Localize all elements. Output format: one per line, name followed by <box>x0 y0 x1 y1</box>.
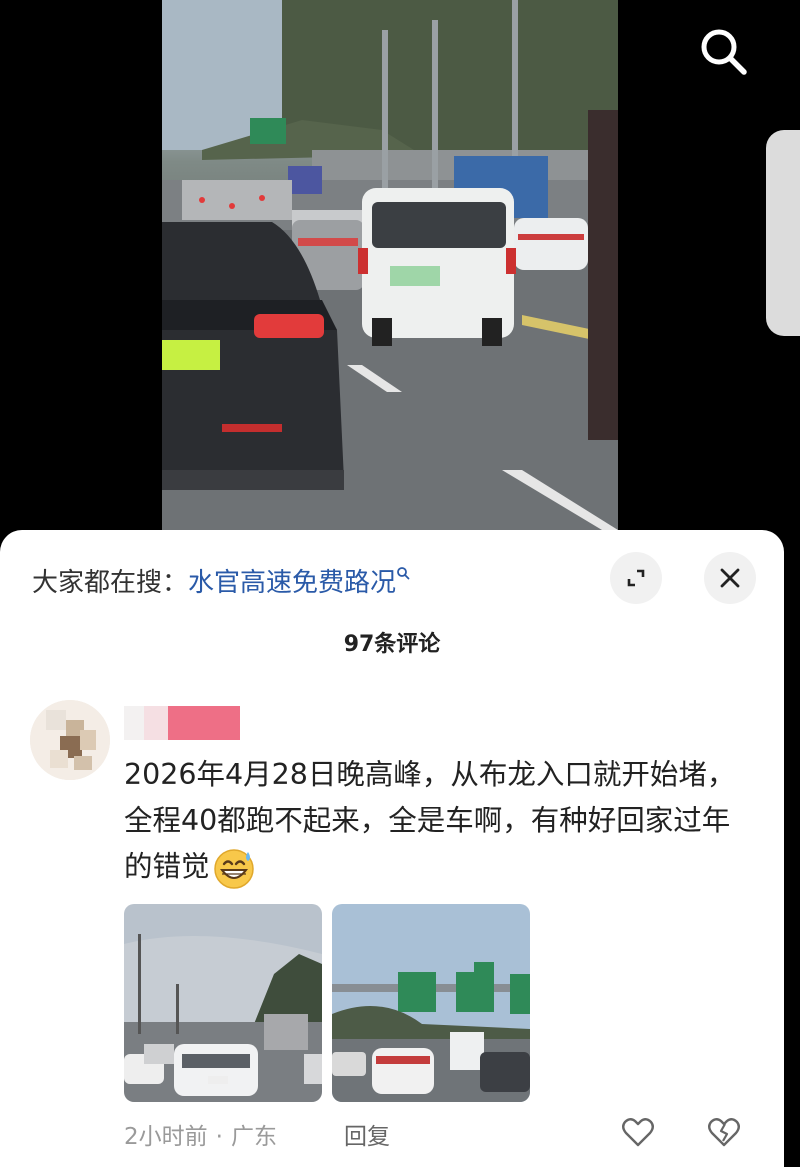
video-frame[interactable] <box>162 0 618 540</box>
search-icon <box>701 29 747 75</box>
comment-text: 2026年4月28日晚高峰，从布龙入口就开始堵，全程40都跑不起来，全是车啊，有… <box>124 752 754 890</box>
grinning-sweat-emoji-icon <box>213 849 254 889</box>
trending-search-hint[interactable]: 大家都在搜：水官高速免费路况 <box>32 562 410 599</box>
close-icon <box>720 568 740 588</box>
trending-search-keyword[interactable]: 水官高速免费路况 <box>188 568 396 598</box>
search-button[interactable] <box>696 24 750 78</box>
highway-scene-image <box>162 0 618 540</box>
comment-time: 2小时前 <box>124 1124 208 1150</box>
dislike-button[interactable] <box>706 1114 742 1150</box>
username-blurred[interactable] <box>124 706 240 740</box>
right-edge-shadow <box>784 560 800 1167</box>
small-search-icon <box>397 567 410 580</box>
heart-icon <box>622 1118 654 1147</box>
like-button[interactable] <box>620 1114 656 1150</box>
trending-search-prefix: 大家都在搜： <box>32 568 189 598</box>
comment-count-title: 97条评论 <box>343 632 441 657</box>
avatar-image <box>30 700 110 780</box>
highway-photo-2 <box>332 904 530 1102</box>
expand-icon <box>627 569 645 587</box>
comment-image-2[interactable] <box>332 904 530 1102</box>
side-panel-handle[interactable] <box>766 130 800 336</box>
comment-location: 广东 <box>230 1124 277 1150</box>
expand-button[interactable] <box>610 552 662 604</box>
comment-meta: 2小时前 · 广东 <box>124 1117 277 1151</box>
broken-heart-icon <box>708 1118 740 1147</box>
highway-photo-1 <box>124 904 322 1102</box>
close-button[interactable] <box>704 552 756 604</box>
comment-image-1[interactable] <box>124 904 322 1102</box>
reply-button[interactable]: 回复 <box>344 1117 390 1151</box>
meta-separator: · <box>215 1124 223 1150</box>
video-player[interactable] <box>0 0 800 560</box>
avatar[interactable] <box>30 700 110 780</box>
comment-sheet: 大家都在搜：水官高速免费路况 97条评论 2026年4月28日晚高峰，从布龙入口… <box>0 530 784 1167</box>
